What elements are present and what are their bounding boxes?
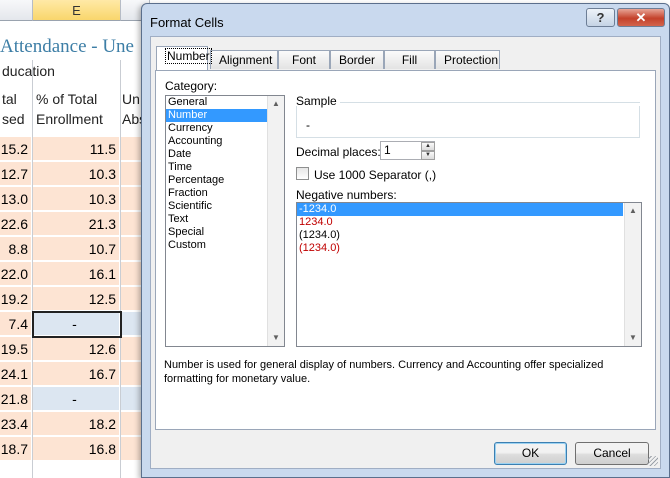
cell-d[interactable]: 13.0	[0, 187, 32, 211]
cell-d[interactable]: 22.0	[0, 262, 32, 286]
scroll-down-icon[interactable]: ▼	[625, 330, 641, 346]
format-cells-dialog: Format Cells ? ✕ Number Alignment Font B…	[141, 3, 670, 478]
cell-d[interactable]: 24.1	[0, 362, 32, 386]
number-tab-pane: Category: General Number Currency Accoun…	[155, 70, 656, 430]
scroll-down-icon[interactable]: ▼	[268, 330, 284, 346]
col-e-header-line1: % of Total	[36, 91, 98, 107]
sample-group-line	[340, 102, 640, 103]
cell-e[interactable]: 10.7	[33, 237, 120, 261]
table-row: 21.8-	[0, 387, 150, 411]
cell-e[interactable]: 12.6	[33, 337, 120, 361]
ok-button[interactable]: OK	[494, 442, 567, 465]
list-item[interactable]: 1234.0	[297, 216, 623, 229]
cell-d[interactable]: 15.2	[0, 137, 32, 161]
scroll-up-icon[interactable]: ▲	[268, 96, 284, 112]
dialog-titlebar[interactable]: Format Cells ? ✕	[142, 4, 669, 38]
cell-d[interactable]: 19.5	[0, 337, 32, 361]
column-header-d[interactable]	[0, 0, 33, 21]
tab-number-label: Number	[165, 48, 212, 64]
table-row: 23.4 18.2	[0, 412, 150, 436]
tab-fill[interactable]: Fill	[384, 50, 435, 69]
cell-d[interactable]: 22.6	[0, 212, 32, 236]
list-item[interactable]: -1234.0	[297, 203, 623, 216]
cell-d[interactable]: 7.4	[0, 312, 32, 336]
sample-value: -	[306, 118, 310, 132]
scroll-up-icon[interactable]: ▲	[625, 203, 641, 219]
table-row: 13.0 10.3	[0, 187, 150, 211]
decimal-places-label: Decimal places:	[296, 145, 381, 159]
cell-d[interactable]: 18.7	[0, 437, 32, 461]
help-button[interactable]: ?	[586, 8, 615, 27]
table-row: 24.1 16.7	[0, 362, 150, 386]
thousand-separator-label: Use 1000 Separator (,)	[314, 168, 437, 182]
spin-up-button[interactable]: ▲	[421, 142, 435, 151]
thousand-separator-checkbox[interactable]	[296, 167, 309, 180]
table-row: 12.7 10.3	[0, 162, 150, 186]
header-group-label: ducation	[2, 63, 55, 79]
cell-d[interactable]: 8.8	[0, 237, 32, 261]
table-row: 22.0 16.1	[0, 262, 150, 286]
cell-e[interactable]: 11.5	[33, 137, 120, 161]
tab-border[interactable]: Border	[330, 50, 384, 69]
table-row: 18.7 16.8	[0, 437, 150, 461]
cell-d[interactable]: 23.4	[0, 412, 32, 436]
active-cell-selection[interactable]	[32, 311, 122, 338]
table-row: 15.2 11.5	[0, 137, 150, 161]
cancel-button[interactable]: Cancel	[575, 442, 649, 465]
format-description: Number is used for general display of nu…	[164, 359, 604, 385]
cell-e[interactable]: 12.5	[33, 287, 120, 311]
dialog-title: Format Cells	[150, 15, 224, 30]
category-scrollbar[interactable]: ▲ ▼	[267, 96, 284, 346]
col-f-header-line1: Un	[122, 91, 140, 107]
table-row: 22.6 21.3	[0, 212, 150, 236]
table-row: 19.2 12.5	[0, 287, 150, 311]
column-header-e[interactable]: E	[33, 0, 121, 21]
col-e-header-line2: Enrollment	[36, 111, 103, 127]
cell-e[interactable]: 16.7	[33, 362, 120, 386]
cell-d[interactable]: 12.7	[0, 162, 32, 186]
sheet-title: Attendance - Une	[0, 36, 134, 57]
table-row: 8.8 10.7	[0, 237, 150, 261]
tab-font[interactable]: Font	[278, 50, 330, 69]
list-item[interactable]: (1234.0)	[297, 242, 623, 255]
close-icon: ✕	[635, 10, 647, 25]
cell-e[interactable]: 18.2	[33, 412, 120, 436]
close-button[interactable]: ✕	[617, 8, 665, 27]
cell-e[interactable]: 21.3	[33, 212, 120, 236]
negative-numbers-scrollbar[interactable]: ▲ ▼	[624, 203, 641, 346]
negative-numbers-listbox[interactable]: -1234.0 1234.0 (1234.0) (1234.0) ▲ ▼	[296, 202, 642, 347]
col-d-header-line1: tal	[2, 91, 17, 107]
resize-grip-icon[interactable]	[648, 456, 658, 466]
cell-e[interactable]: 16.8	[33, 437, 120, 461]
cell-d[interactable]: 21.8	[0, 387, 32, 411]
category-listbox[interactable]: General Number Currency Accounting Date …	[165, 95, 285, 347]
cell-e[interactable]: -	[33, 387, 120, 411]
spin-down-button[interactable]: ▼	[421, 151, 435, 160]
tab-protection[interactable]: Protection	[435, 50, 500, 69]
list-item[interactable]: (1234.0)	[297, 229, 623, 242]
table-row: 19.5 12.6	[0, 337, 150, 361]
tab-number[interactable]: Number	[156, 46, 212, 70]
cell-e[interactable]: 16.1	[33, 262, 120, 286]
cell-d[interactable]: 19.2	[0, 287, 32, 311]
col-d-header-line2: sed	[2, 111, 25, 127]
tab-alignment[interactable]: Alignment	[210, 50, 278, 69]
cell-e[interactable]: 10.3	[33, 162, 120, 186]
negative-numbers-label: Negative numbers:	[296, 188, 397, 202]
dialog-client-area: Number Alignment Font Border Fill Protec…	[150, 36, 661, 469]
sample-box: -	[296, 106, 640, 138]
category-label: Category:	[165, 79, 218, 93]
cell-e[interactable]: 10.3	[33, 187, 120, 211]
